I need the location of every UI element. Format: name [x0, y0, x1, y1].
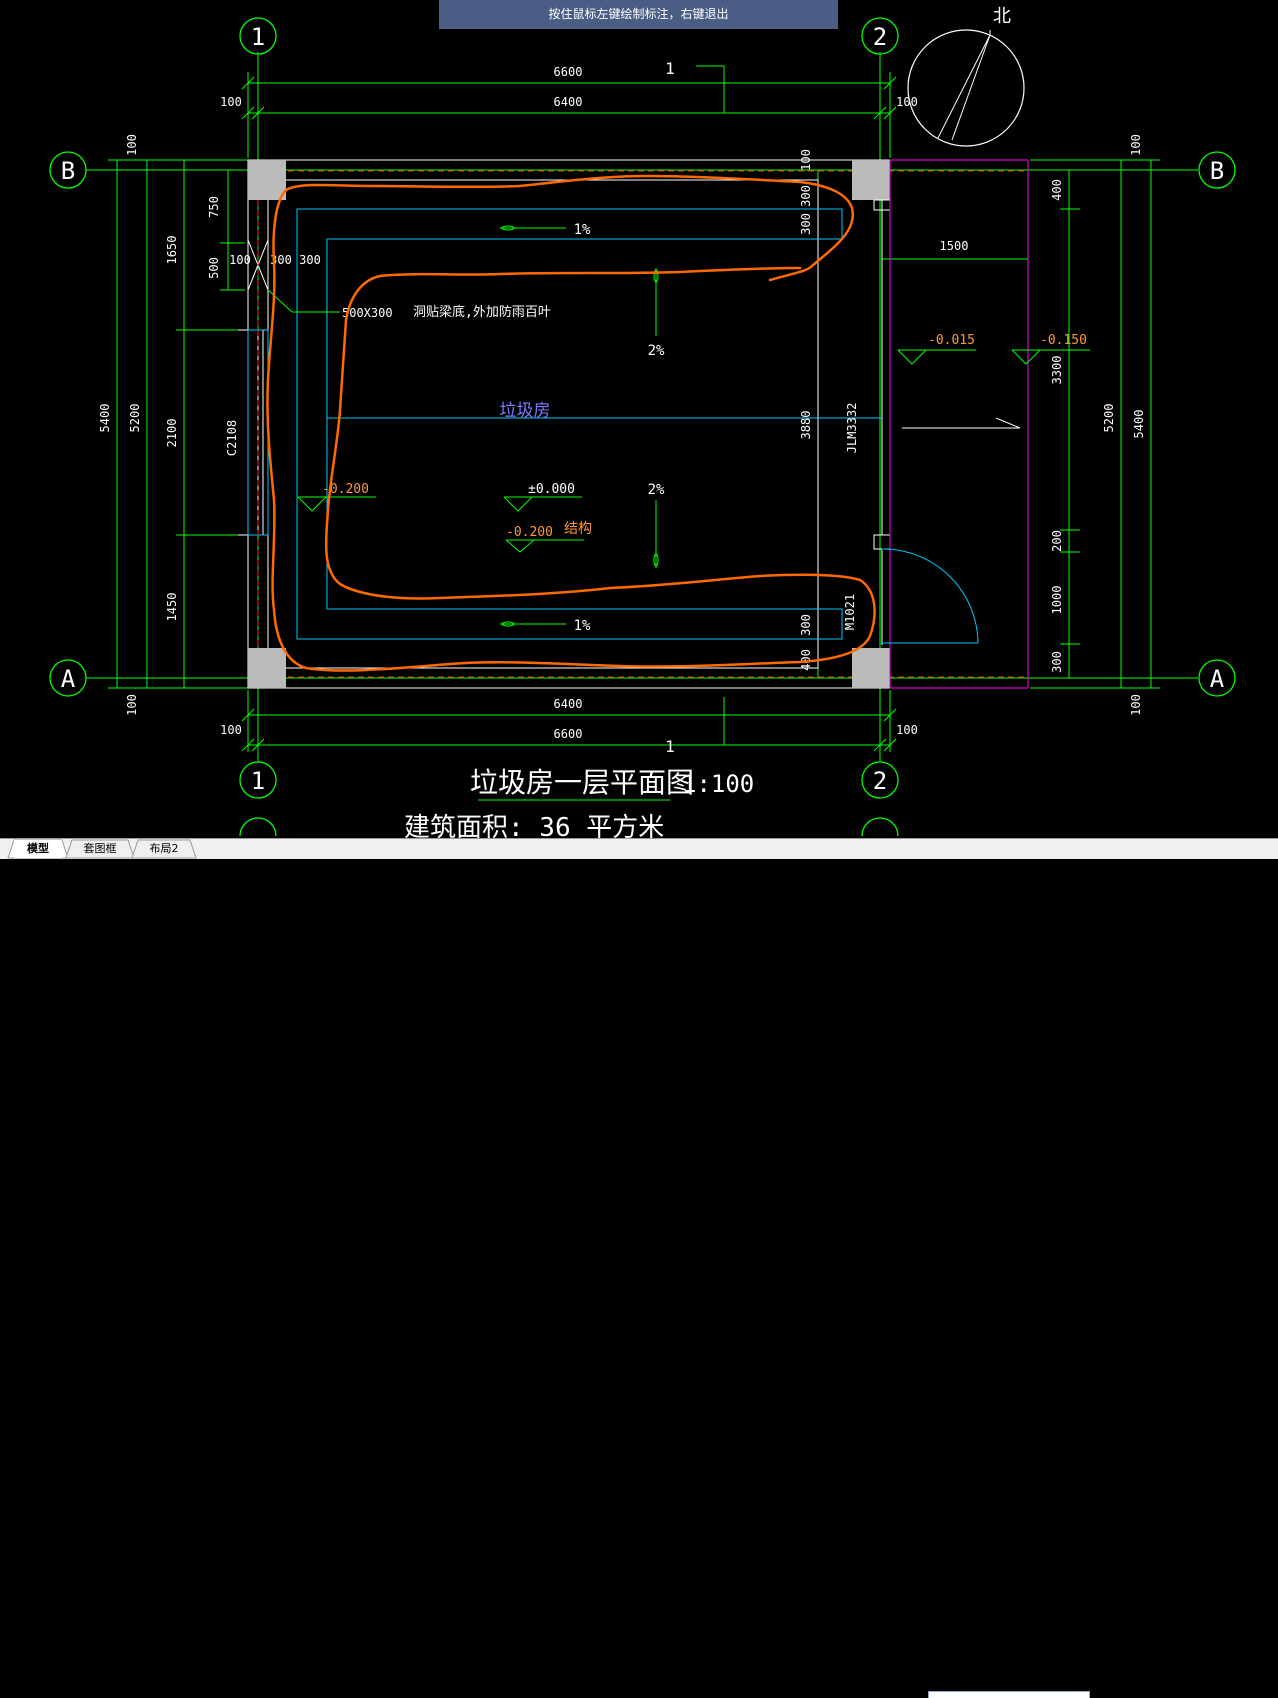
dim-300-right-top: 300 — [799, 185, 813, 207]
axis-label-2-bottom: 2 — [873, 767, 887, 795]
dim-bottom-side-right: 100 — [896, 723, 918, 737]
dim-right-inner: 5200 — [1102, 404, 1116, 433]
north-label: 北 — [993, 6, 1011, 27]
dim-left-1450: 1450 — [165, 593, 179, 622]
dim-top-marker: 1 — [665, 59, 675, 78]
axis-label-b-left: B — [61, 157, 75, 185]
slope-label-mid-1: 2% — [648, 343, 665, 359]
axis-label-2-top: 2 — [873, 23, 887, 51]
drawing-scale: 1:100 — [682, 770, 754, 798]
dim-left-1650: 1650 — [165, 236, 179, 265]
dim-300-opening-b: 300 — [299, 253, 321, 267]
dim-bottom-marker: 1 — [665, 737, 675, 756]
dim-right-3300: 3300 — [1050, 356, 1064, 385]
opening-leader — [267, 289, 340, 313]
roller-door-label: JLM3332 — [845, 403, 859, 454]
dim-left-total: 5400 — [98, 404, 112, 433]
tab-drawing-frame[interactable]: 套图框 — [72, 840, 128, 858]
dim-left-100-bottom: 100 — [125, 694, 139, 716]
dim-3880: 3880 — [799, 411, 813, 440]
dim-300-right-top2: 300 — [799, 213, 813, 235]
elev-zero: ±0.000 — [528, 482, 575, 497]
top-dimensions — [241, 65, 897, 158]
elev-m150: -0.150 — [1040, 333, 1087, 348]
elev-m015: -0.015 — [928, 333, 975, 348]
tab-layout-2[interactable]: 布局2 — [138, 840, 190, 858]
dim-top-side-right: 100 — [896, 95, 918, 109]
door-swing — [881, 548, 979, 644]
room-label: 垃圾房 — [500, 401, 551, 421]
dim-right-1000: 1000 — [1050, 586, 1064, 615]
slope-label-bottom: 1% — [574, 618, 591, 634]
structure-label: 结构 — [564, 521, 592, 537]
dim-bottom-inner: 6400 — [554, 697, 583, 711]
slope-arrows — [500, 225, 659, 627]
red-axis-accents — [248, 170, 1028, 678]
axis-label-a-left: A — [61, 665, 76, 693]
axis-label-a-right: A — [1210, 665, 1225, 693]
dim-left-750: 750 — [207, 196, 221, 218]
dim-bottom-total: 6600 — [554, 727, 583, 741]
dim-left-100-top: 100 — [125, 134, 139, 156]
dim-top-side-left: 100 — [220, 95, 242, 109]
dim-left-500: 500 — [207, 257, 221, 279]
drawing-title: 垃圾房一层平面图 — [470, 766, 694, 799]
building-area: 建筑面积: 36 平方米 — [404, 813, 664, 838]
layout-tab-bar: 模型 套图框 布局2 — [0, 838, 1278, 1698]
dim-top-inner: 6400 — [554, 95, 583, 109]
dim-bottom-side-left: 100 — [220, 723, 242, 737]
command-hint-banner: 按住鼠标左键绘制标注，右键退出 — [439, 0, 838, 29]
dim-right-total: 5400 — [1132, 410, 1146, 439]
slope-label-top: 1% — [574, 222, 591, 238]
dim-right-400: 400 — [1050, 179, 1064, 201]
elev-m200-center: -0.200 — [506, 525, 553, 540]
slope-label-mid-2: 2% — [648, 482, 665, 498]
axis-label-1-bottom: 1 — [251, 767, 265, 795]
cad-drawing-canvas[interactable]: 1 2 1 2 B B A A 北 6600 6400 100 100 1 64… — [0, 0, 1278, 838]
horizontal-scrollbar[interactable] — [928, 1691, 1090, 1698]
window-label: C2108 — [225, 420, 239, 456]
dim-right-100-top: 100 — [1129, 134, 1143, 156]
elevation-markers — [297, 349, 1090, 553]
dim-left-2100: 2100 — [165, 419, 179, 448]
dim-right-300: 300 — [1050, 651, 1064, 673]
north-arrow: 北 — [907, 6, 1025, 147]
dim-300-right-bottom: 300 — [799, 614, 813, 636]
tab-model[interactable]: 模型 — [14, 840, 62, 858]
dim-right-200: 200 — [1050, 530, 1064, 552]
opening-note-label: 洞贴梁底,外加防雨百叶 — [413, 304, 551, 320]
dim-1500: 1500 — [940, 239, 969, 253]
dim-top-total: 6600 — [554, 65, 583, 79]
column-notch-bottom — [873, 534, 891, 550]
axis-label-1-top: 1 — [251, 23, 265, 51]
dim-right-100-bottom: 100 — [1129, 694, 1143, 716]
door-label: M1021 — [843, 594, 857, 630]
axis-label-b-right: B — [1210, 157, 1224, 185]
orange-sketch-annotation — [266, 174, 876, 672]
dim-left-inner: 5200 — [128, 404, 142, 433]
